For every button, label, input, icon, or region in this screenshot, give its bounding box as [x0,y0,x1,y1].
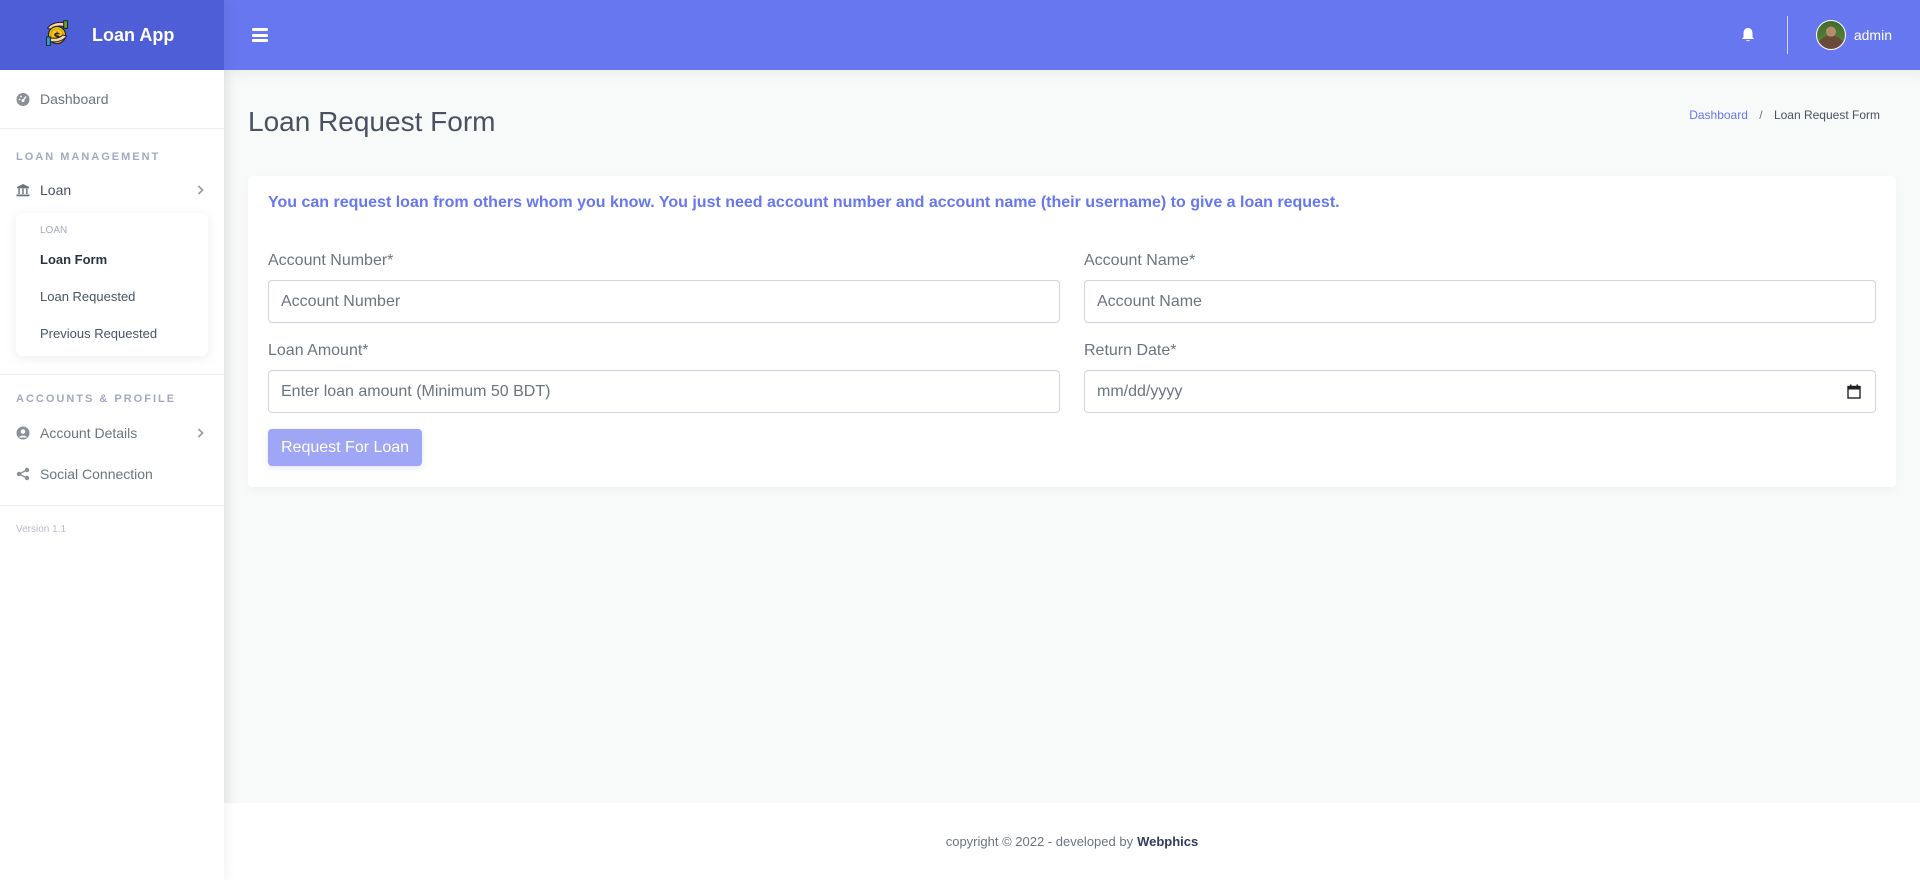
sidebar-item-label: Social Connection [40,466,153,482]
section-title-loan-management: LOAN MANAGEMENT [16,151,161,163]
request-loan-button[interactable]: Request For Loan [268,429,423,466]
calendar-icon[interactable] [1847,384,1861,399]
return-date-input[interactable]: mm/dd/yyyy [1084,370,1876,413]
brand-name: Loan App [92,24,175,45]
sidebar-item-social-connection[interactable]: Social Connection [0,453,224,495]
sidebar-item-loan[interactable]: Loan [0,171,224,209]
sidebar-item-loan-requested[interactable]: Loan Requested [40,287,208,324]
account-number-label: Account Number* [268,252,394,269]
breadcrumb-dashboard[interactable]: Dashboard [1689,108,1748,122]
breadcrumb-separator: / [1759,108,1763,122]
money-hands-icon: $ [46,20,68,46]
version-label: Version 1.1 [16,524,67,535]
section-title-accounts-profile: ACCOUNTS & PROFILE [16,393,177,405]
sidebar-item-previous-requested[interactable]: Previous Requested [40,324,208,348]
user-circle-icon [16,426,30,440]
sidebar-item-label: Dashboard [40,91,109,107]
sidebar-item-account-details[interactable]: Account Details [0,413,224,453]
avatar [1815,20,1846,50]
share-icon [16,467,30,481]
username: admin [1853,27,1892,43]
topbar: admin [224,0,1920,70]
sidebar: $ Loan App Dashboard LOAN MANAGEMENT Loa… [0,0,224,880]
account-name-input[interactable] [1084,280,1876,323]
sidebar-item-loan-form[interactable]: Loan Form [40,250,208,287]
copyright-text: copyright © 2022 - developed by [945,834,1134,849]
account-name-label: Account Name* [1084,252,1196,269]
info-notice: You can request loan from others whom yo… [268,194,1340,211]
breadcrumb-current: Loan Request Form [1773,108,1880,122]
loan-request-card: You can request loan from others whom yo… [248,176,1896,487]
chevron-right-icon [197,425,204,441]
bank-icon [16,183,30,197]
bell-icon[interactable] [1739,26,1757,44]
loan-amount-label: Loan Amount* [268,342,369,359]
return-date-placeholder: mm/dd/yyyy [1097,382,1183,400]
brand[interactable]: $ Loan App [0,0,224,70]
submenu-title: LOAN [40,225,68,236]
main-content: Loan Request Form Dashboard / Loan Reque… [224,70,1920,803]
developer-link[interactable]: Webphics [1137,834,1198,849]
sidebar-item-label: Account Details [40,425,138,441]
footer: copyright © 2022 - developed by Webphics [224,803,1920,880]
user-menu[interactable]: admin [1815,20,1892,50]
sidebar-item-dashboard[interactable]: Dashboard [0,70,224,128]
account-number-input[interactable] [268,280,1060,323]
sidebar-item-label: Loan [40,182,72,198]
loan-amount-input[interactable] [268,370,1060,413]
tachometer-icon [16,92,30,106]
breadcrumb: Dashboard / Loan Request Form [1689,108,1880,122]
chevron-right-icon [197,182,204,198]
page-title: Loan Request Form [248,106,496,137]
topbar-divider [1786,16,1788,54]
loan-submenu: LOAN Loan Form Loan Requested Previous R… [16,213,208,356]
hamburger-icon[interactable] [252,28,268,42]
return-date-label: Return Date* [1084,342,1177,359]
